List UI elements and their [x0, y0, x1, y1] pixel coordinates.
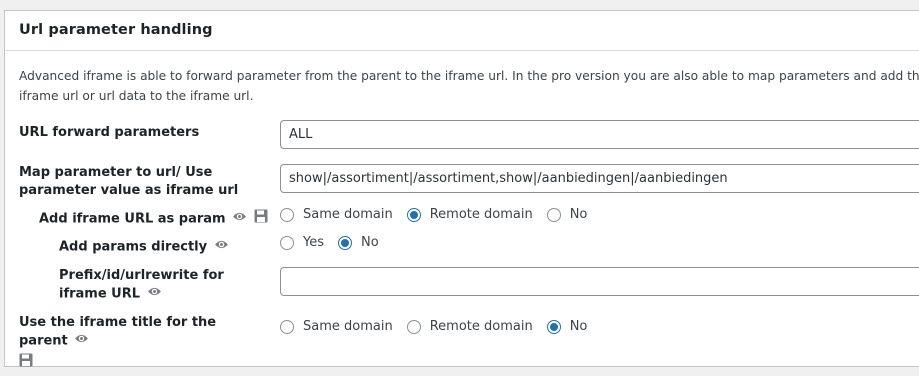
radio-button[interactable] — [406, 319, 421, 334]
eye-icon — [147, 285, 162, 303]
prefix-label: Prefix/id/urlrewrite for iframe URL — [59, 267, 259, 304]
add-params-directly-radios: Yes No — [280, 235, 393, 250]
add-params-directly-yes[interactable]: Yes — [280, 235, 324, 250]
add-params-directly-label-text: Add params directly — [59, 239, 208, 255]
url-forward-label: URL forward parameters — [19, 125, 200, 140]
eye-icon — [214, 238, 229, 256]
radio-button[interactable] — [280, 319, 294, 334]
map-param-input[interactable] — [280, 164, 919, 193]
settings-panel: Url parameter handling Advanced iframe i… — [4, 10, 919, 367]
add-iframe-url-no[interactable]: No — [546, 207, 587, 222]
eye-icon — [232, 210, 247, 228]
map-param-label: Map parameter to url/ Use parameter valu… — [19, 165, 239, 198]
add-iframe-url-radios: Same domain Remote domain No — [280, 207, 601, 222]
add-iframe-url-same-domain[interactable]: Same domain — [280, 207, 393, 222]
iframe-title-label: Use the iframe title for the parent — [19, 314, 269, 373]
panel-header: Url parameter handling — [5, 11, 919, 51]
iframe-title-same-domain[interactable]: Same domain — [280, 319, 393, 334]
add-params-directly-no[interactable]: No — [338, 235, 379, 250]
panel-description: Advanced iframe is able to forward param… — [19, 69, 919, 103]
radio-button[interactable] — [280, 207, 294, 222]
radio-button[interactable] — [546, 319, 561, 334]
prefix-input[interactable] — [280, 267, 919, 296]
iframe-title-radios: Same domain Remote domain No — [280, 319, 601, 334]
add-iframe-url-label: Add iframe URL as param — [39, 209, 268, 229]
save-icon — [19, 353, 33, 373]
add-iframe-url-label-text: Add iframe URL as param — [39, 211, 226, 227]
add-iframe-url-remote-domain[interactable]: Remote domain — [406, 207, 533, 222]
radio-button[interactable] — [406, 207, 421, 222]
save-icon — [254, 209, 268, 229]
add-params-directly-label: Add params directly — [59, 238, 229, 257]
panel-title: Url parameter handling — [19, 22, 213, 38]
eye-icon — [74, 332, 89, 350]
iframe-title-label-text: Use the iframe title for the parent — [19, 315, 217, 349]
iframe-title-no[interactable]: No — [546, 319, 587, 334]
radio-button[interactable] — [280, 235, 294, 250]
prefix-label-text: Prefix/id/urlrewrite for iframe URL — [59, 268, 224, 302]
iframe-title-remote-domain[interactable]: Remote domain — [406, 319, 533, 334]
radio-button[interactable] — [338, 235, 352, 250]
url-forward-input[interactable] — [280, 120, 919, 149]
radio-button[interactable] — [546, 207, 561, 222]
